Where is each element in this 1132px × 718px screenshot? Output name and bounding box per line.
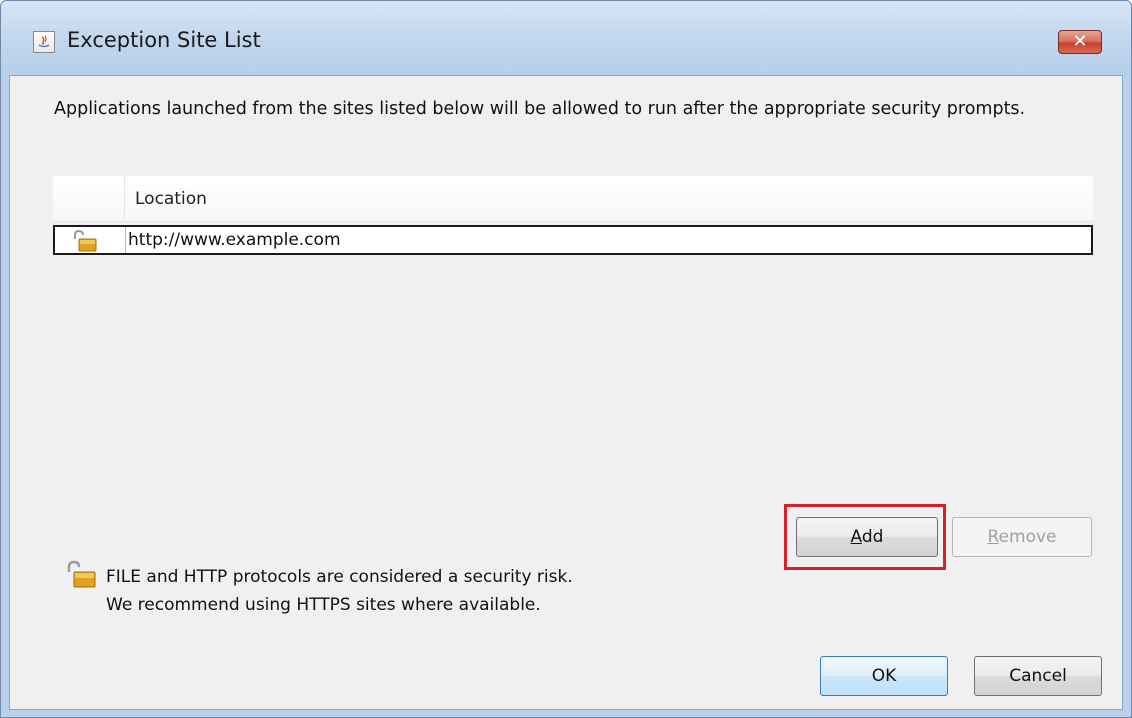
location-cell[interactable]: http://www.example.com — [128, 230, 341, 250]
add-label-rest: dd — [861, 527, 884, 547]
ok-button[interactable]: OK — [820, 656, 948, 696]
java-icon — [33, 31, 55, 53]
icon-column-header — [53, 176, 125, 221]
description-text: Applications launched from the sites lis… — [54, 99, 1026, 119]
exception-site-table[interactable]: Location http://www.example.com — [53, 176, 1093, 508]
unlock-warning-icon — [70, 229, 98, 256]
security-warning-text: FILE and HTTP protocols are considered a… — [106, 563, 573, 619]
warning-line-2: We recommend using HTTPS sites where ava… — [106, 595, 541, 615]
table-header: Location — [53, 176, 1093, 222]
location-column-header: Location — [135, 189, 207, 209]
row-separator — [125, 227, 126, 253]
window-title: Exception Site List — [67, 28, 261, 52]
close-button[interactable]: ✕ — [1058, 30, 1102, 54]
remove-mnemonic: R — [987, 527, 999, 547]
title-bar[interactable]: Exception Site List ✕ — [1, 1, 1131, 75]
dialog-content: Applications launched from the sites lis… — [9, 75, 1123, 710]
add-button[interactable]: Add — [796, 517, 938, 557]
add-mnemonic: A — [850, 527, 862, 547]
remove-button[interactable]: Remove — [952, 517, 1092, 557]
remove-label-rest: emove — [998, 527, 1057, 547]
exception-site-list-dialog: Exception Site List ✕ Applications launc… — [0, 0, 1132, 718]
warning-line-1: FILE and HTTP protocols are considered a… — [106, 567, 573, 587]
unlock-warning-icon — [63, 560, 97, 594]
table-row[interactable]: http://www.example.com — [53, 225, 1093, 255]
cancel-button[interactable]: Cancel — [974, 656, 1102, 696]
close-icon: ✕ — [1072, 31, 1088, 52]
